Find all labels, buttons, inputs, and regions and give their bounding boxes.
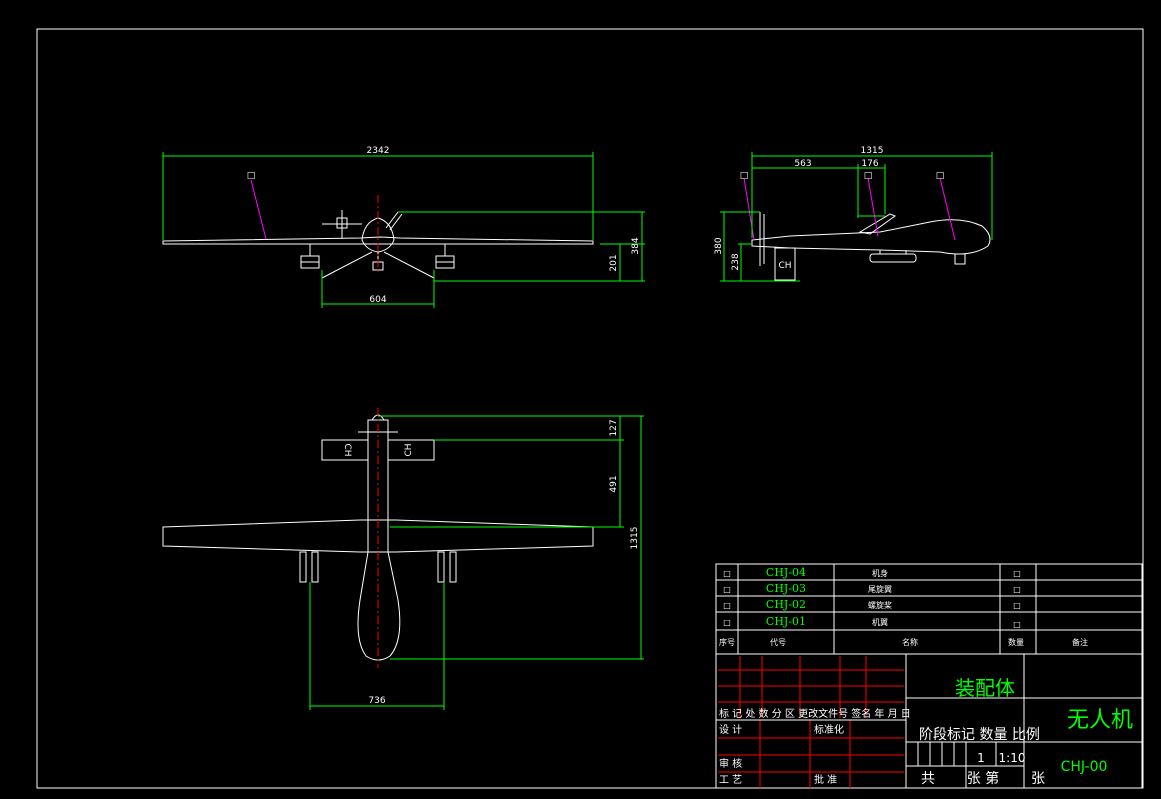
svg-text:代号: 代号 [770, 637, 786, 647]
parts-row: □ CHJ-01 机翼 □ [723, 615, 1021, 629]
svg-text:238: 238 [731, 253, 741, 270]
svg-text:机翼: 机翼 [872, 617, 888, 627]
side-view: CH □ □ □ 1315 563 176 380 238 [714, 146, 993, 282]
svg-text:2342: 2342 [367, 146, 390, 156]
top-pod-left [299, 551, 319, 583]
side-pod [869, 253, 917, 263]
svg-text:201: 201 [609, 254, 619, 271]
top-fuselage [357, 419, 401, 661]
svg-text:384: 384 [631, 237, 641, 254]
top-pod-right [437, 551, 457, 583]
sheet-unit-label: 张 [1031, 771, 1045, 787]
svg-text:□: □ [1013, 569, 1021, 578]
role-review: 审 核 [719, 757, 742, 770]
svg-text:□: □ [723, 618, 731, 627]
cad-drawing-canvas: □ 2342 604 384 201 CH □ □ □ 1315 563 176… [36, 28, 1144, 789]
svg-text:CHJ-01: CHJ-01 [766, 615, 806, 628]
svg-text:尾旋翼: 尾旋翼 [868, 584, 892, 594]
front-dim-gear-track: 604 [321, 270, 435, 308]
side-tail-marking: CH [778, 261, 791, 271]
front-balloon: □ [247, 171, 256, 181]
front-view: □ 2342 604 384 201 [162, 146, 645, 308]
svg-text:380: 380 [714, 237, 724, 254]
sheet-total-label: 共 [921, 771, 935, 787]
parts-list-header: 序号 代号 名称 数量 备注 [719, 637, 1088, 647]
front-pod-right [435, 244, 455, 269]
revision-grid [718, 656, 904, 788]
top-stab-marking-left: CH [342, 443, 352, 456]
svg-text:螺旋桨: 螺旋桨 [868, 600, 892, 610]
quantity-value: 1 [977, 751, 985, 765]
top-view: CH CH 127 491 1315 736 [162, 408, 644, 710]
front-vtail-right [385, 211, 399, 229]
front-strut-right [383, 251, 435, 279]
svg-text:□: □ [723, 569, 731, 578]
svg-text:备注: 备注 [1072, 637, 1088, 647]
role-design: 设 计 [719, 723, 742, 736]
svg-text:CHJ-04: CHJ-04 [766, 566, 806, 579]
side-dim-segments: 563 176 [752, 159, 886, 218]
side-balloon-2: □ [864, 171, 873, 181]
side-nose-gear [954, 253, 966, 265]
role-standardize: 标准化 [814, 723, 844, 736]
side-balloon-1: □ [740, 171, 749, 181]
svg-text:CHJ-03: CHJ-03 [766, 582, 806, 595]
svg-text:数量: 数量 [1008, 637, 1024, 647]
role-process: 工 艺 [719, 774, 742, 786]
parts-row: □ CHJ-04 机身 □ [723, 566, 1021, 579]
svg-text:736: 736 [368, 696, 385, 706]
svg-text:CHJ-02: CHJ-02 [766, 598, 806, 611]
svg-text:序号: 序号 [719, 637, 735, 647]
svg-text:机身: 机身 [872, 568, 888, 578]
drawing-border [36, 28, 1144, 789]
stage-header: 阶段标记 数量 比例 [919, 727, 1040, 743]
svg-text:1315: 1315 [630, 527, 640, 550]
top-dim-gear-track: 736 [309, 582, 445, 710]
svg-text:名称: 名称 [902, 637, 918, 647]
svg-text:□: □ [1013, 601, 1021, 610]
sheet-number-label: 张 第 [967, 770, 999, 787]
revision-header: 标 记 处 数 分 区 更改文件号 签名 年 月 日 [719, 707, 911, 720]
svg-text:563: 563 [794, 159, 811, 169]
svg-text:□: □ [1013, 620, 1021, 629]
side-balloon-3: □ [936, 171, 945, 181]
title-block: 标 记 处 数 分 区 更改文件号 签名 年 月 日 设 计 标准化 审 核 工… [715, 653, 1143, 789]
svg-text:491: 491 [609, 475, 619, 492]
side-leader-2 [867, 177, 879, 237]
svg-text:176: 176 [861, 159, 878, 169]
role-approve: 批 准 [814, 773, 837, 786]
drawing-title: 无人机 [1067, 708, 1133, 733]
top-dim-vertical: 127 491 1315 [378, 415, 644, 660]
top-stab-marking-right: CH [404, 443, 414, 456]
parts-row: □ CHJ-03 尾旋翼 □ [723, 582, 1021, 595]
front-dim-span: 2342 [162, 146, 594, 240]
svg-text:127: 127 [609, 419, 619, 436]
front-pod-left [300, 244, 320, 269]
svg-text:1315: 1315 [861, 146, 884, 156]
front-leader [250, 179, 267, 240]
parts-row: □ CHJ-02 螺旋桨 □ [723, 598, 1021, 611]
front-dim-height: 384 201 [398, 211, 645, 282]
svg-text:□: □ [723, 585, 731, 594]
side-leader-3 [939, 177, 956, 241]
scale-value: 1:10 [999, 751, 1026, 765]
svg-text:□: □ [1013, 585, 1021, 594]
svg-text:604: 604 [369, 295, 386, 305]
drawing-number: CHJ-00 [1061, 759, 1108, 775]
front-strut-left [321, 251, 373, 279]
assembly-label: 装配体 [955, 676, 1015, 700]
parts-list: □ CHJ-04 机身 □ □ CHJ-03 尾旋翼 □ □ CHJ-02 螺旋… [715, 563, 1143, 655]
svg-text:□: □ [723, 601, 731, 610]
